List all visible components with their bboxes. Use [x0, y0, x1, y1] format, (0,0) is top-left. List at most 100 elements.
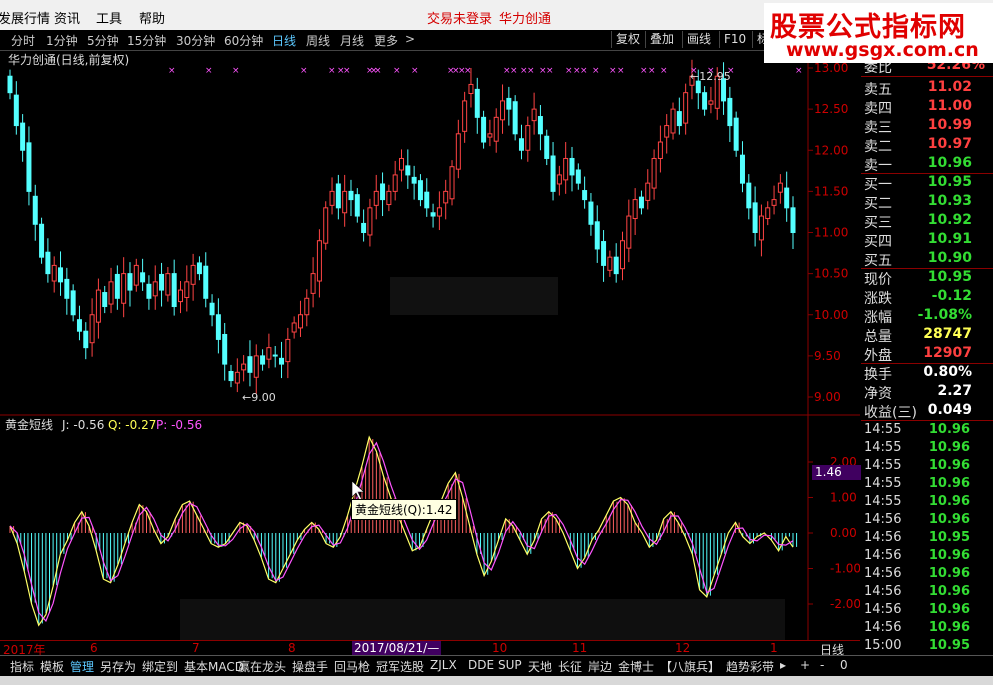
menu-tools[interactable]: 工具: [96, 8, 122, 27]
period-weekly[interactable]: 周线: [306, 32, 330, 49]
bottom-tab-14[interactable]: 长征: [558, 658, 582, 675]
period-next-icon[interactable]: >: [405, 32, 415, 46]
bottom-tab-5[interactable]: 基本MACD: [184, 658, 244, 675]
tick-row: 15:00 10.95: [864, 638, 990, 656]
tick-row: 14:56 10.96: [864, 512, 990, 530]
candle-body: [196, 262, 202, 275]
bottom-tab-13[interactable]: 天地: [528, 658, 552, 675]
period-daily[interactable]: 日线: [272, 32, 296, 49]
signal-marker: ×: [205, 66, 213, 76]
quote-stat: 现价 10.95: [864, 269, 990, 288]
period-monthly[interactable]: 月线: [340, 32, 364, 49]
candle-body: [632, 199, 638, 220]
candle-body: [436, 207, 442, 217]
quote-stat-value: 0.049: [927, 402, 972, 418]
bottom-tab-2[interactable]: 管理: [70, 658, 94, 675]
bottom-tab-19[interactable]: ▸: [780, 658, 786, 672]
status-bar: [0, 676, 993, 685]
indicator-y-label: -2.00: [830, 597, 860, 611]
period-60min[interactable]: 60分钟: [224, 32, 263, 49]
candle-body: [177, 289, 183, 303]
x-label: 1: [770, 641, 778, 655]
period-more[interactable]: 更多: [374, 32, 398, 49]
menu-market[interactable]: 发展行情: [0, 8, 50, 27]
bottom-tab-6[interactable]: 赢在龙头: [238, 658, 286, 675]
candle-body: [297, 314, 303, 329]
bottom-tab-8[interactable]: 回马枪: [334, 658, 370, 675]
bottom-tab-7[interactable]: 操盘手: [292, 658, 328, 675]
candle-body: [354, 194, 360, 217]
sell-level-value: 10.96: [927, 155, 972, 171]
candle-body: [758, 215, 764, 241]
bottom-tab-1[interactable]: 模板: [40, 658, 64, 675]
signal-marker: ×: [580, 66, 588, 76]
candle-body: [550, 155, 556, 192]
tick-time: 14:56: [864, 548, 902, 563]
period-1min[interactable]: 1分钟: [46, 32, 78, 49]
bottom-tab-20[interactable]: +: [800, 658, 810, 672]
bottom-tab-11[interactable]: DDE: [468, 658, 494, 672]
bottom-tab-18[interactable]: 趋势彩带: [726, 658, 774, 675]
candle-body: [329, 190, 335, 206]
sell-level-label: 卖一: [864, 158, 892, 174]
bottom-tab-0[interactable]: 指标: [10, 658, 34, 675]
indicator-y-label: 0.00: [830, 526, 857, 540]
signal-marker: ×: [393, 66, 401, 76]
sell-level-value: 10.99: [927, 117, 972, 133]
sell-level-value: 11.02: [927, 79, 972, 95]
candle-body: [222, 333, 228, 365]
bottom-tab-22[interactable]: 0: [840, 658, 848, 672]
y-tick-label: 12.50: [814, 102, 848, 116]
toolbar-draw-button[interactable]: 画线: [682, 31, 715, 48]
quote-stat: 总量 28747: [864, 326, 990, 345]
candle-body: [601, 241, 607, 266]
menu-help[interactable]: 帮助: [139, 8, 165, 27]
candle-body: [443, 190, 449, 204]
tick-time: 14:55: [864, 458, 902, 473]
candle-body: [430, 212, 436, 217]
candle-body: [462, 100, 468, 132]
bottom-tab-12[interactable]: SUP: [498, 658, 522, 672]
tick-price: 10.95: [928, 530, 970, 545]
bottom-tab-4[interactable]: 绑定到: [142, 658, 178, 675]
kline-chart-svg[interactable]: 华力创通(日线,前复权) 13.00 12.50 12.00 11.50 11.00 10…: [0, 51, 860, 641]
bottom-tab-21[interactable]: -: [820, 658, 824, 672]
period-30min[interactable]: 30分钟: [176, 32, 215, 49]
quote-stat-label: 换手: [864, 367, 892, 383]
period-15min[interactable]: 15分钟: [127, 32, 166, 49]
bottom-tab-16[interactable]: 金博士: [618, 658, 654, 675]
candle-body: [316, 240, 322, 282]
chart-area[interactable]: 华力创通(日线,前复权) 13.00 12.50 12.00 11.50 11.00 10…: [0, 51, 860, 645]
candle-body: [733, 117, 739, 151]
candle-body: [392, 174, 398, 192]
bottom-tab-10[interactable]: ZJLX: [430, 658, 457, 672]
period-timeshare[interactable]: 分时: [11, 32, 35, 49]
candle-body: [152, 281, 158, 297]
bottom-tab-9[interactable]: 冠军选股: [376, 658, 424, 675]
bottom-tab-17[interactable]: 【八旗兵】: [660, 658, 720, 675]
tick-price: 10.96: [928, 494, 970, 509]
period-5min[interactable]: 5分钟: [87, 32, 119, 49]
toolbar-f10-button[interactable]: F10: [719, 31, 750, 48]
toolbar-overlay-button[interactable]: 叠加: [645, 31, 678, 48]
quote-stat-label: 外盘: [864, 348, 892, 364]
quote-stat-label: 净资: [864, 386, 892, 402]
main-chart-title: 华力创通(日线,前复权): [8, 52, 129, 67]
bottom-tab-3[interactable]: 另存为: [100, 658, 136, 675]
candle-body: [493, 116, 499, 142]
menu-news[interactable]: 资讯: [54, 8, 80, 27]
quote-stat: 涨跌 -0.12: [864, 288, 990, 307]
candle-body: [607, 256, 613, 271]
bottom-tab-15[interactable]: 岸边: [588, 658, 612, 675]
main-y-axis: 13.00 12.50 12.00 11.50 11.00 10.50 10.00 9.50 9…: [808, 61, 848, 404]
candle-body: [594, 221, 600, 250]
login-status[interactable]: 交易未登录: [427, 8, 492, 27]
y-tick-label: 9.50: [814, 349, 841, 363]
toolbar-fuquan-button[interactable]: 复权: [611, 31, 644, 48]
tick-time: 14:56: [864, 602, 902, 617]
candle-body: [121, 273, 127, 304]
x-label: 6: [90, 641, 98, 655]
candle-body: [727, 97, 733, 127]
sell-level-value: 10.97: [927, 136, 972, 152]
candle-body: [26, 142, 32, 192]
